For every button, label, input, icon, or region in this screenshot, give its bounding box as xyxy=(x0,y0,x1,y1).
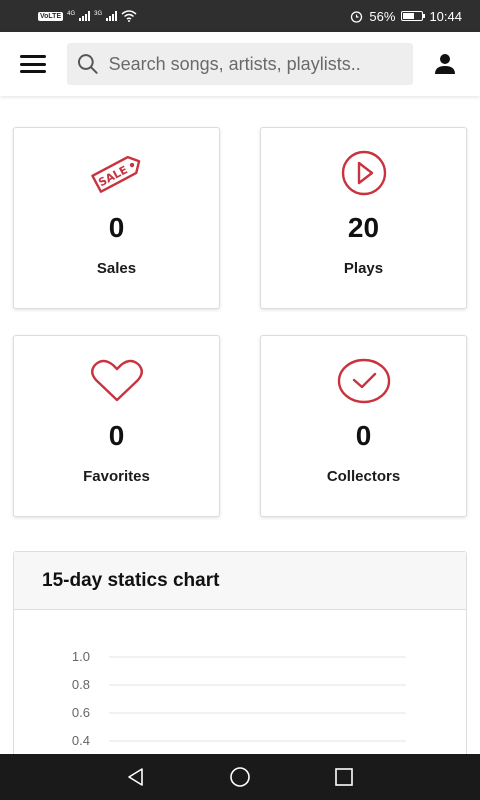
y-tick-label: 0.4 xyxy=(72,733,90,748)
volte-indicator: VoLTE xyxy=(38,11,64,21)
alarm-clock-icon xyxy=(351,10,363,23)
wifi-icon xyxy=(121,10,137,22)
heart-icon xyxy=(88,356,146,406)
check-circle-icon xyxy=(335,356,393,406)
favorites-label: Favorites xyxy=(83,468,150,485)
signal-strength-icon xyxy=(79,11,91,21)
search-input[interactable] xyxy=(108,53,403,75)
collectors-value: 0 xyxy=(355,420,372,451)
line-chart: 1.0 0.8 0.6 0.4 xyxy=(72,649,406,748)
system-nav-bar xyxy=(0,754,480,800)
stat-card-collectors[interactable]: 0 Collectors xyxy=(260,335,467,517)
battery-icon xyxy=(401,11,426,21)
search-icon xyxy=(77,54,98,74)
app-bar xyxy=(0,32,480,96)
status-bar-right: 56% 10:44 xyxy=(350,9,462,24)
battery-percent: 56% xyxy=(369,8,396,24)
y-tick-label: 0.6 xyxy=(72,705,90,720)
plays-value: 20 xyxy=(347,212,380,243)
sales-value: 0 xyxy=(108,212,125,243)
favorites-value: 0 xyxy=(108,420,125,451)
main-content: SALE 0 Sales 20 Plays 0 Favorites 0 Coll… xyxy=(0,96,480,754)
clock-time: 10:44 xyxy=(429,8,462,24)
stat-card-favorites[interactable]: 0 Favorites xyxy=(13,335,220,517)
chart-header: 15-day statics chart xyxy=(14,552,466,610)
stat-card-plays[interactable]: 20 Plays xyxy=(260,127,467,309)
sales-label: Sales xyxy=(96,260,137,277)
play-circle-icon xyxy=(336,148,392,198)
y-tick-label: 1.0 xyxy=(72,649,90,664)
status-bar: VoLTE 4G 3G 56% 10:44 xyxy=(0,0,480,32)
plays-label: Plays xyxy=(343,260,384,277)
hamburger-menu-icon[interactable] xyxy=(20,53,48,75)
back-triangle-icon[interactable] xyxy=(124,765,148,789)
sale-tag-icon: SALE xyxy=(86,148,148,198)
y-tick-label: 0.8 xyxy=(72,677,90,692)
stat-card-sales[interactable]: SALE 0 Sales xyxy=(13,127,220,309)
recents-square-icon[interactable] xyxy=(332,765,356,789)
sim1-net-label: 4G xyxy=(67,11,76,18)
collectors-label: Collectors xyxy=(326,468,401,485)
chart-title: 15-day statics chart xyxy=(42,569,220,591)
chart-area: 1.0 0.8 0.6 0.4 xyxy=(14,610,466,754)
status-bar-left: VoLTE 4G 3G xyxy=(38,10,137,22)
person-icon[interactable] xyxy=(433,52,457,76)
sim2-net-label: 3G xyxy=(94,11,103,18)
home-circle-icon[interactable] xyxy=(228,765,252,789)
statistics-chart-card: 15-day statics chart 1.0 0.8 0.6 0.4 xyxy=(13,551,467,754)
search-bar[interactable] xyxy=(67,43,413,85)
signal-strength-icon-2 xyxy=(106,11,118,21)
